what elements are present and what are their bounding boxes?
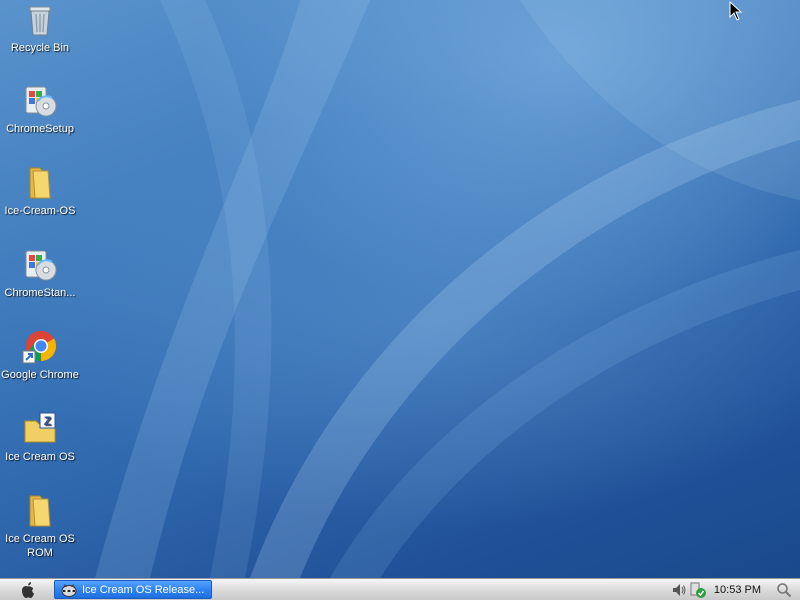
desktop-icon-label: ChromeStan... <box>4 287 76 299</box>
folder-icon <box>22 165 58 201</box>
desktop-icon-ice-cream-os-rom[interactable]: Ice Cream OS ROM <box>1 493 79 560</box>
desktop-icon-label: Ice Cream OS <box>5 451 75 463</box>
desktop-icon-label: Ice Cream OS ROM <box>5 533 75 559</box>
desktop-icon-ice-cream-os-archive[interactable]: Z Ice Cream OS <box>1 411 79 464</box>
installer-icon <box>22 83 58 119</box>
search-icon[interactable] <box>776 582 792 598</box>
taskbar-clock[interactable]: 10:53 PM <box>714 584 761 596</box>
desktop-icon-label: Ice-Cream-OS <box>4 205 76 217</box>
desktop-icon-label: ChromeSetup <box>6 123 74 135</box>
svg-text:Z: Z <box>44 414 51 428</box>
apple-logo-icon <box>22 581 34 598</box>
desktop-icon-label: Recycle Bin <box>10 42 70 54</box>
taskbar: Ice Cream OS Release... 10:53 PM <box>0 578 800 600</box>
security-shield-icon[interactable] <box>690 582 706 598</box>
wallpaper <box>95 0 800 578</box>
zip-folder-icon: Z <box>22 411 58 447</box>
taskbar-window-label: Ice Cream OS Release... <box>82 583 205 596</box>
folder-icon <box>22 493 58 529</box>
desktop-icon-label: Google Chrome <box>1 369 79 381</box>
speaker-icon[interactable] <box>671 582 687 598</box>
chrome-icon <box>22 329 58 365</box>
desktop-icon-google-chrome[interactable]: Google Chrome <box>1 329 79 382</box>
desktop[interactable]: Recycle Bin ChromeSetup Ice-Cream-OS Chr… <box>0 0 800 578</box>
recycle-bin-icon <box>22 2 58 38</box>
taskbar-window-button[interactable]: Ice Cream OS Release... <box>54 580 212 599</box>
mouse-cursor-icon <box>729 1 743 21</box>
raccoon-app-icon <box>61 583 77 597</box>
desktop-icon-recycle-bin[interactable]: Recycle Bin <box>1 2 79 55</box>
system-tray: 10:53 PM <box>668 579 800 600</box>
start-button[interactable] <box>8 580 48 599</box>
installer-icon <box>22 247 58 283</box>
desktop-icon-chromesetup[interactable]: ChromeSetup <box>1 83 79 136</box>
desktop-icon-ice-cream-os-folder[interactable]: Ice-Cream-OS <box>1 165 79 218</box>
desktop-icon-chromestandalone[interactable]: ChromeStan... <box>1 247 79 300</box>
